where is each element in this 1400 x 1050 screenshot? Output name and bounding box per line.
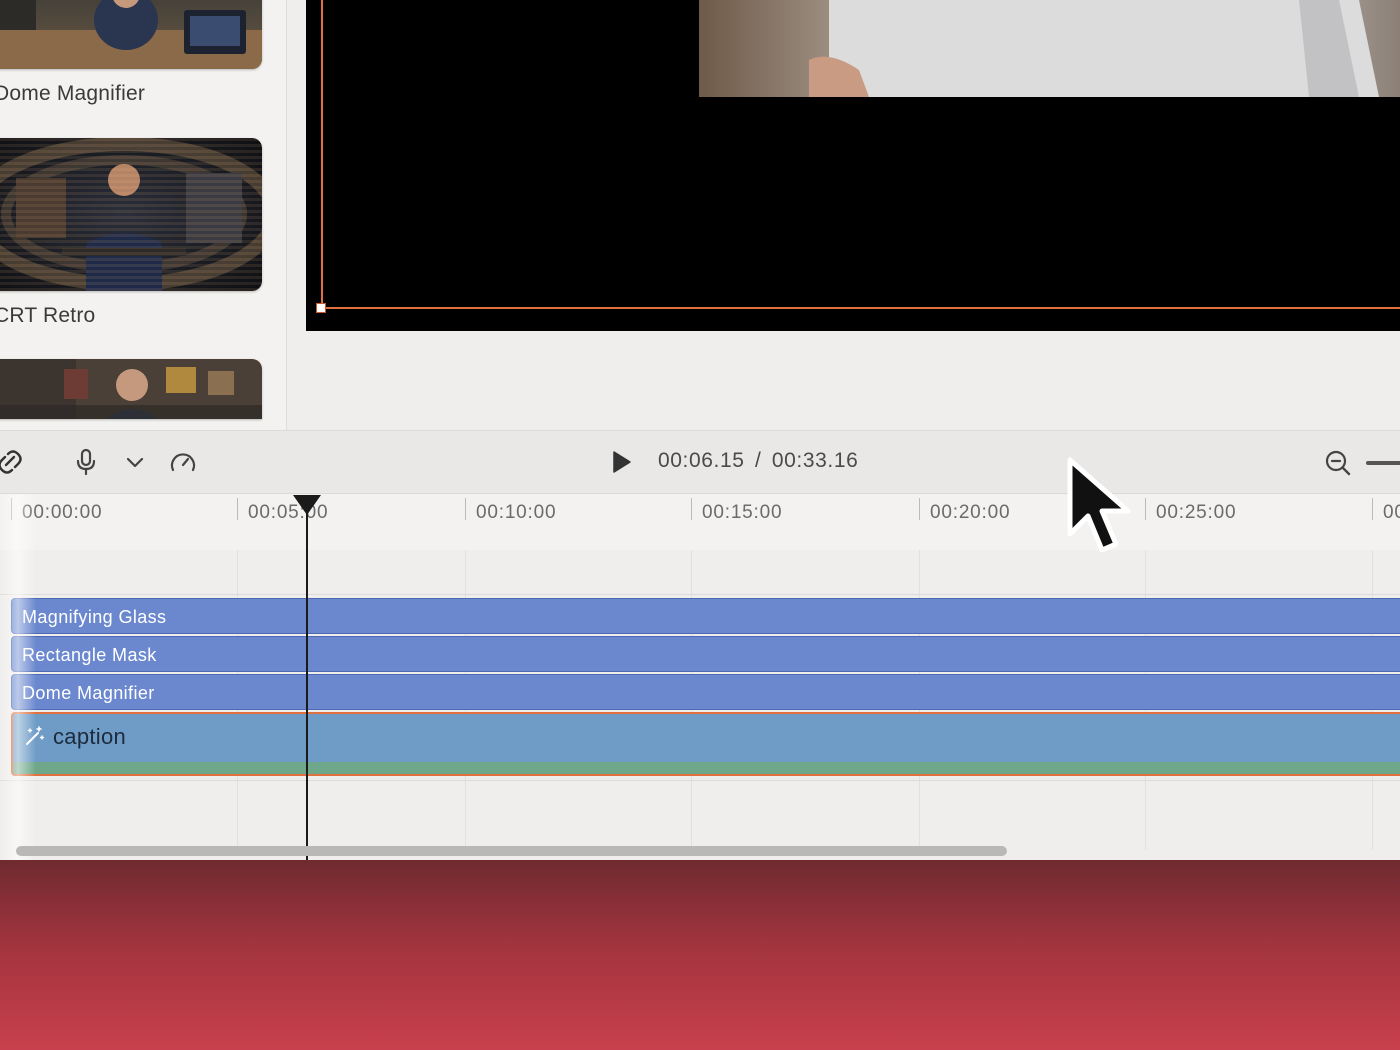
total-time: 00:33.16	[771, 449, 859, 472]
track-separator	[0, 594, 1400, 595]
preview-video-frame	[699, 0, 1400, 97]
play-icon	[613, 451, 631, 473]
timeline-scrollbar[interactable]	[16, 846, 1007, 856]
track-separator	[0, 780, 1400, 781]
ruler-tick	[237, 498, 238, 520]
zoom-out-icon	[1325, 450, 1351, 476]
zoom-slider[interactable]	[1366, 461, 1400, 465]
timeline-toolbar: 00:06.15 / 00:33.16	[0, 430, 1400, 494]
speed-button[interactable]	[168, 447, 198, 477]
playhead-line[interactable]	[306, 510, 308, 860]
zoom-out-button[interactable]	[1322, 447, 1354, 479]
play-button[interactable]	[606, 447, 636, 477]
ruler-tick-label: 00:10:00	[476, 502, 557, 523]
preview-frame-image	[699, 0, 1400, 97]
video-thumbnail-image	[0, 359, 262, 419]
ruler-tick	[11, 498, 12, 520]
clip-dome-magnifier[interactable]: Dome Magnifier	[11, 674, 1400, 710]
effect-thumb[interactable]	[0, 359, 262, 419]
video-thumbnail-image	[0, 138, 262, 291]
ruler-tick	[465, 498, 466, 520]
ruler-tick	[919, 498, 920, 520]
microphone-button[interactable]	[72, 447, 100, 477]
timeline-tracks[interactable]: Magnifying Glass Rectangle Mask Dome Mag…	[0, 550, 1400, 860]
magic-wand-icon	[26, 726, 45, 745]
ruler-tick-label: 00	[1383, 502, 1400, 523]
ruler-tick	[1145, 498, 1146, 520]
effect-label: CRT Retro	[0, 304, 96, 327]
time-separator: /	[754, 449, 762, 472]
effect-thumb-crt-retro[interactable]	[0, 138, 262, 291]
clip-label: Magnifying Glass	[22, 607, 167, 627]
ruler-tick-label: 00:25:00	[1156, 502, 1237, 523]
microphone-options-dropdown[interactable]	[122, 449, 148, 475]
caption-clip[interactable]: caption	[11, 712, 1400, 776]
mouse-cursor-icon	[1067, 457, 1131, 553]
microphone-icon	[76, 448, 96, 476]
current-time: 00:06.15	[658, 449, 745, 472]
speed-gauge-icon	[170, 453, 196, 472]
clip-rectangle-mask[interactable]: Rectangle Mask	[11, 636, 1400, 672]
video-editor-app: Dome Magnifier CRT Retro 00:06.15 / 00:3…	[0, 0, 1400, 860]
effects-panel: Dome Magnifier CRT Retro	[0, 0, 287, 430]
caption-audio-strip	[13, 762, 1400, 774]
resize-handle[interactable]	[316, 303, 326, 313]
ruler-tick	[1372, 498, 1373, 520]
effect-label: Dome Magnifier	[0, 82, 146, 105]
caption-label: caption	[53, 724, 127, 749]
chevron-down-icon	[126, 457, 144, 468]
video-preview[interactable]	[306, 0, 1400, 331]
link-button[interactable]	[0, 447, 24, 477]
ruler-tick-label: 00:20:00	[930, 502, 1011, 523]
clip-magnifying-glass[interactable]: Magnifying Glass	[11, 598, 1400, 634]
video-thumbnail-image	[0, 0, 262, 69]
clip-label: Rectangle Mask	[22, 645, 157, 665]
ruler-tick-label: 00:15:00	[702, 502, 783, 523]
clip-label: Dome Magnifier	[22, 683, 155, 703]
timecode-display: 00:06.15 / 00:33.16	[658, 449, 858, 473]
ruler-tick	[691, 498, 692, 520]
ruler-tick-label: 00:00:00	[22, 502, 103, 523]
desktop-background	[0, 860, 1400, 1050]
selection-border-bottom	[321, 307, 1400, 309]
link-icon	[0, 450, 22, 474]
selection-border-left	[321, 0, 323, 310]
effect-thumb-dome-magnifier[interactable]	[0, 0, 262, 69]
timeline-ruler[interactable]: 00:00:00 00:05:00 00:10:00 00:15:00 00:2…	[0, 494, 1400, 551]
